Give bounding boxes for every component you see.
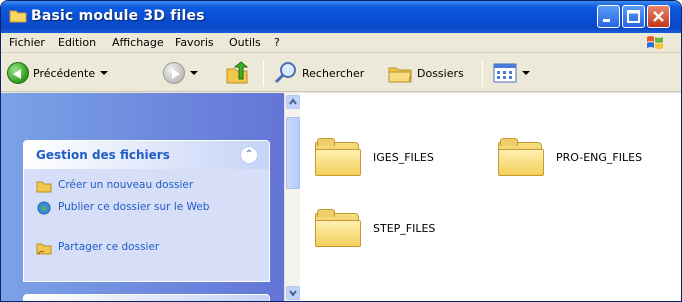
task-link-new-folder[interactable]: Créer un nouveau dossier: [36, 179, 193, 193]
menu-bar: Fichier Edition Affichage Favoris Outils…: [1, 33, 681, 53]
file-list: IGES_FILES PRO-ENG_FILES STEP_FILES: [301, 93, 681, 301]
folder-icon: [315, 209, 361, 247]
chevron-down-icon: [522, 71, 530, 75]
search-icon: [274, 62, 296, 84]
minimize-button[interactable]: [597, 5, 620, 28]
content-area: Gestion des fichiers ⌃ Créer un nouveau …: [1, 93, 681, 301]
minimize-icon: [603, 19, 610, 22]
up-folder-icon: [226, 61, 249, 84]
menu-fichier[interactable]: Fichier: [9, 36, 45, 49]
menu-affichage[interactable]: Affichage: [112, 36, 164, 49]
chevron-down-icon: [190, 71, 198, 75]
folder-icon: [9, 10, 27, 23]
toolbar-divider: [482, 60, 483, 86]
vertical-scrollbar[interactable]: [284, 93, 300, 301]
chevron-down-icon: [100, 71, 109, 75]
back-button[interactable]: Précédente: [7, 60, 109, 86]
scroll-thumb[interactable]: [286, 117, 300, 189]
folders-label: Dossiers: [417, 66, 464, 80]
task-link-publish-web[interactable]: Publier ce dossier sur le Web: [36, 201, 226, 215]
window-title: Basic module 3D files: [31, 8, 205, 24]
views-button[interactable]: [493, 60, 530, 86]
search-button[interactable]: Rechercher: [274, 60, 364, 86]
forward-arrow-icon: [163, 62, 185, 84]
file-tasks-panel: Gestion des fichiers ⌃ Créer un nouveau …: [23, 140, 270, 282]
task-link-label: Partager ce dossier: [58, 241, 160, 253]
close-icon: [653, 11, 664, 22]
folder-icon: [315, 138, 361, 176]
shared-folder-icon: [36, 243, 52, 255]
scroll-down-button[interactable]: [286, 286, 300, 300]
file-item-iges[interactable]: IGES_FILES: [315, 138, 434, 176]
menu-favoris[interactable]: Favoris: [175, 36, 214, 49]
search-label: Rechercher: [302, 66, 365, 80]
file-name: IGES_FILES: [373, 150, 434, 164]
menu-help[interactable]: ?: [274, 36, 280, 49]
file-item-step[interactable]: STEP_FILES: [315, 209, 435, 247]
title-bar[interactable]: Basic module 3D files: [1, 1, 681, 33]
task-link-label: Publier ce dossier sur le Web: [58, 201, 210, 213]
chevron-up-icon: ⌃: [244, 149, 254, 160]
up-folder-button[interactable]: [225, 60, 251, 86]
folder-icon: [498, 138, 544, 176]
file-tasks-title: Gestion des fichiers: [36, 148, 170, 162]
folders-button[interactable]: Dossiers: [387, 60, 464, 86]
new-folder-icon: [36, 181, 52, 193]
scroll-up-button[interactable]: [286, 95, 300, 109]
back-arrow-icon: [7, 62, 29, 84]
chevron-down-icon: [289, 290, 297, 297]
close-button[interactable]: [647, 5, 670, 28]
views-icon: [493, 63, 517, 83]
file-item-pro-eng[interactable]: PRO-ENG_FILES: [498, 138, 642, 176]
chevron-up-icon: [289, 98, 297, 105]
forward-button[interactable]: [163, 60, 198, 86]
toolbar: Précédente Rechercher Dossiers: [1, 54, 681, 92]
file-name: PRO-ENG_FILES: [556, 150, 643, 164]
other-places-panel[interactable]: [23, 294, 270, 301]
menu-edition[interactable]: Edition: [58, 36, 96, 49]
task-pane: Gestion des fichiers ⌃ Créer un nouveau …: [1, 93, 284, 301]
task-link-share-folder[interactable]: Partager ce dossier: [36, 241, 159, 255]
explorer-window: Basic module 3D files Fichier Edition Af…: [0, 0, 682, 302]
back-label: Précédente: [33, 66, 96, 80]
folders-icon: [388, 67, 412, 83]
windows-logo-icon: [647, 36, 663, 49]
globe-icon: [37, 201, 51, 215]
maximize-button[interactable]: [622, 5, 645, 28]
menu-outils[interactable]: Outils: [229, 36, 261, 49]
file-name: STEP_FILES: [373, 221, 436, 235]
file-tasks-header[interactable]: Gestion des fichiers ⌃: [24, 141, 269, 169]
maximize-icon: [627, 10, 640, 23]
task-link-label: Créer un nouveau dossier: [58, 179, 194, 191]
collapse-button[interactable]: ⌃: [240, 146, 258, 164]
toolbar-divider: [263, 60, 264, 86]
